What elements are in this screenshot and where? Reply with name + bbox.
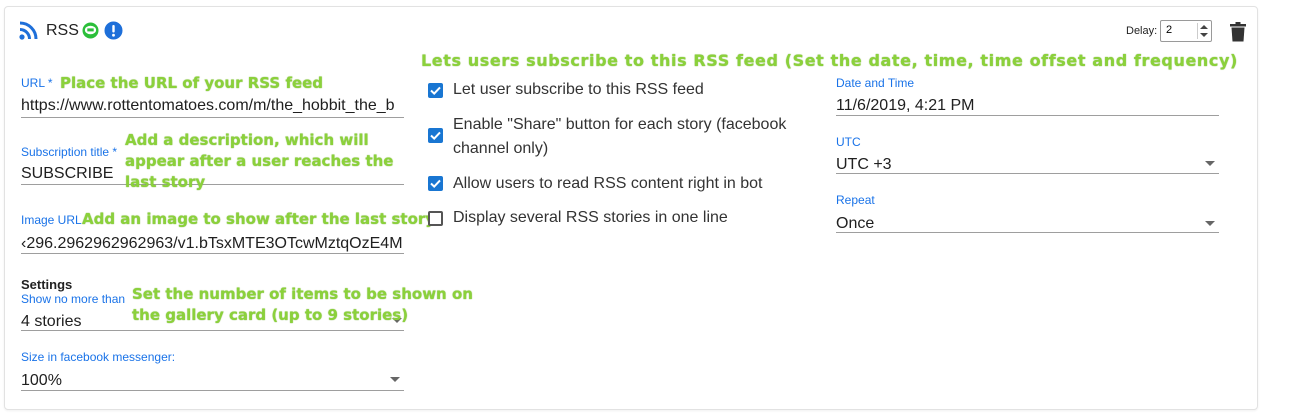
annotation-items-1: Set the number of items to be shown on — [132, 285, 473, 303]
image-url-label: Image URL — [21, 213, 82, 227]
one-line-option-label: Display several RSS stories in one line — [453, 209, 728, 226]
checkmark-icon — [430, 131, 441, 141]
size-select[interactable]: 100% — [21, 372, 121, 390]
repeat-underline — [836, 232, 1219, 233]
size-chevron-down-icon[interactable] — [390, 377, 400, 382]
trash-icon[interactable] — [1229, 22, 1247, 42]
block-title: RSS — [46, 22, 79, 39]
annotation-items-2: the gallery card (up to 9 stories) — [132, 306, 409, 324]
delay-spinner[interactable] — [1197, 23, 1209, 39]
one-line-checkbox[interactable] — [428, 211, 443, 226]
decrement-arrow-icon[interactable] — [1200, 33, 1208, 37]
share-option-label: Enable "Share" button for each story (fa… — [453, 116, 787, 133]
subscribe-option-label: Let user subscribe to this RSS feed — [453, 81, 704, 98]
image-url-underline — [21, 253, 404, 254]
checkmark-icon — [430, 86, 441, 96]
annotation-url: Place the URL of your RSS feed — [60, 74, 324, 92]
annotation-image: Add an image to show after the last stor… — [82, 210, 436, 228]
image-url-input[interactable]: ‹296.2962962962963/v1.bTsxMTE3OTcwMztqOz… — [21, 235, 404, 253]
utc-select[interactable]: UTC +3 — [836, 156, 1036, 174]
repeat-label: Repeat — [836, 193, 875, 207]
annotation-description-3: last story — [125, 173, 206, 191]
share-button-checkbox[interactable] — [428, 128, 443, 143]
annotation-subscribe: Lets users subscribe to this RSS feed (S… — [421, 51, 1238, 70]
line-messenger-icon — [82, 22, 99, 39]
delay-stepper[interactable]: 2 — [1160, 20, 1212, 42]
url-label: URL * — [21, 76, 53, 90]
share-option-label-line2: channel only) — [453, 140, 549, 157]
settings-title: Settings — [21, 277, 73, 292]
subscription-title-input[interactable]: SUBSCRIBE — [21, 165, 121, 183]
date-time-label: Date and Time — [836, 76, 915, 90]
delay-value[interactable]: 2 — [1166, 24, 1172, 36]
utc-underline — [836, 173, 1219, 174]
size-underline — [21, 390, 404, 391]
date-time-input[interactable]: 11/6/2019, 4:21 PM — [836, 97, 1216, 115]
size-label: Size in facebook messenger: — [21, 350, 176, 364]
read-in-bot-option-label: Allow users to read RSS content right in… — [453, 175, 763, 192]
rss-icon — [19, 21, 38, 40]
show-no-more-than-label: Show no more than — [21, 292, 126, 306]
url-input[interactable]: https://www.rottentomatoes.com/m/the_hob… — [21, 97, 404, 115]
annotation-description-2: appear after a user reaches the — [125, 152, 394, 170]
utc-label: UTC — [836, 135, 861, 149]
read-in-bot-checkbox[interactable] — [428, 176, 443, 191]
repeat-select[interactable]: Once — [836, 215, 1036, 233]
utc-chevron-down-icon[interactable] — [1205, 161, 1215, 166]
delay-label: Delay: — [1126, 25, 1158, 37]
url-underline — [21, 117, 404, 118]
subscribe-checkbox[interactable] — [428, 83, 443, 98]
show-no-more-than-underline — [21, 330, 404, 331]
annotation-description-1: Add a description, which will — [125, 131, 369, 149]
repeat-chevron-down-icon[interactable] — [1205, 221, 1215, 226]
subscription-title-underline — [21, 184, 404, 185]
date-time-underline — [836, 115, 1219, 116]
subscription-title-label: Subscription title * — [21, 145, 118, 159]
checkmark-icon — [430, 179, 441, 189]
increment-arrow-icon[interactable] — [1200, 25, 1208, 29]
info-icon[interactable] — [104, 21, 123, 40]
show-no-more-than-select[interactable]: 4 stories — [21, 313, 121, 331]
